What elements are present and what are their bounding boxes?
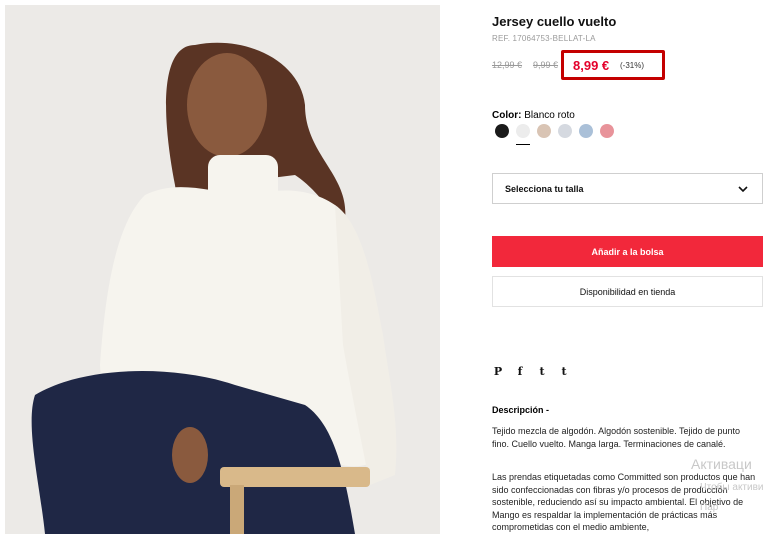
swatch-pink[interactable] [600, 124, 614, 138]
os-activation-watermark-line1: Чтобы активи [700, 482, 764, 493]
original-price: 12,99 € [492, 60, 523, 70]
color-label-key: Color: [492, 110, 522, 121]
swatch-beige[interactable] [537, 124, 551, 138]
model-photo [5, 5, 440, 534]
product-title: Jersey cuello vuelto [492, 14, 617, 29]
color-swatches [495, 124, 614, 145]
os-activation-watermark-title: Активаци [691, 456, 752, 472]
chevron-down-icon [738, 186, 748, 193]
product-info-panel: Jersey cuello vuelto REF. 17064753-BELLA… [492, 0, 774, 534]
swatch-black[interactable] [495, 124, 509, 138]
swatch-light-blue[interactable] [579, 124, 593, 138]
color-selected-name: Blanco roto [524, 110, 575, 121]
size-select-label: Selecciona tu talla [505, 184, 584, 194]
color-label: Color: Blanco roto [492, 110, 575, 121]
swatch-light-grey[interactable] [558, 124, 572, 138]
social-share: P f t t [492, 365, 570, 378]
os-activation-watermark-line2: Пар [700, 502, 719, 513]
description-paragraph-2: Las prendas etiquetadas como Committed s… [492, 472, 756, 532]
previous-price: 9,99 € [533, 60, 559, 70]
description-paragraph-1: Tejido mezcla de algodón. Algodón sosten… [492, 426, 741, 449]
swatch-off-white[interactable] [516, 124, 530, 145]
add-to-bag-button[interactable]: Añadir a la bolsa [492, 236, 763, 267]
current-price: 8,99 € [573, 58, 610, 73]
current-price-highlight: 8,99 € (-31%) [561, 50, 665, 80]
product-image[interactable] [5, 5, 440, 534]
pinterest-icon[interactable]: P [492, 365, 504, 378]
twitter-icon[interactable]: t [536, 365, 548, 378]
size-select[interactable]: Selecciona tu talla [492, 173, 763, 204]
discount-badge: (-31%) [620, 61, 645, 70]
description-title[interactable]: Descripción - [492, 405, 549, 415]
tumblr-icon[interactable]: t [558, 365, 570, 378]
facebook-icon[interactable]: f [514, 365, 526, 378]
product-reference: REF. 17064753-BELLAT-LA [492, 34, 596, 43]
store-availability-button[interactable]: Disponibilidad en tienda [492, 276, 763, 307]
